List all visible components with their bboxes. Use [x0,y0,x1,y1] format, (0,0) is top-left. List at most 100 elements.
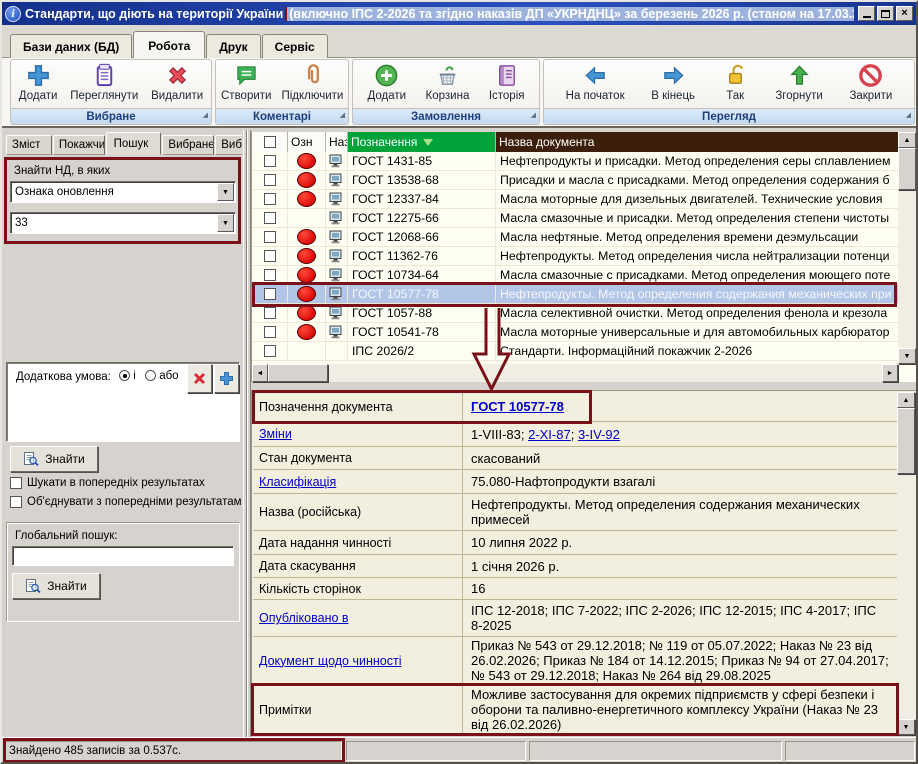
details-vscroll-thumb[interactable] [897,408,915,474]
detail-value-link[interactable]: 2-XI-87 [528,427,571,442]
tab-work[interactable]: Робота [133,31,205,58]
radio-or[interactable]: або [145,370,179,382]
table-row[interactable]: ГОСТ 12068-66Масла нефтяные. Метод опред… [252,228,898,247]
table-row[interactable]: ІПС 2026/2Стандарти. Інформаційний покаж… [252,342,898,361]
basket-button[interactable]: Корзина [421,61,475,103]
doc-icon-cell [326,285,348,303]
sidebar-tab-search[interactable]: Пошук [106,132,162,155]
go-first-button[interactable]: На початок [561,61,630,103]
global-find-button[interactable]: Знайти [12,573,100,599]
sidebar-tab-selection[interactable]: Вибірка [215,135,242,155]
header-name-short[interactable]: Наз [326,132,348,152]
history-button[interactable]: Історія [484,61,530,103]
header-mark[interactable]: Озн [288,132,326,152]
detail-label-link[interactable]: Зміни [259,427,292,441]
maximize-button[interactable] [877,6,894,21]
table-row[interactable]: ГОСТ 10734-64Масла смазочные с присадкам… [252,266,898,285]
detail-value-link[interactable]: ГОСТ 10577-78 [471,399,564,414]
scroll-left-icon[interactable]: ◄ [252,364,268,382]
detail-value: 16 [463,579,898,598]
table-row[interactable]: ГОСТ 12275-66Масла смазочные и присадки.… [252,209,898,228]
scroll-down-icon[interactable]: ▼ [897,719,915,735]
row-checkbox[interactable] [264,250,276,262]
attach-comment-button[interactable]: Підключити [276,61,348,103]
detail-row: Зміни1-VIII-83; 2-XI-87; 3-IV-92 [253,422,898,447]
sidebar-tab-favorites[interactable]: Вибране [162,135,214,155]
row-checkbox[interactable] [264,326,276,338]
table-row[interactable]: ГОСТ 1057-88Масла селективной очистки. М… [252,304,898,323]
header-designation[interactable]: Позначення [348,132,496,152]
table-row[interactable]: ГОСТ 13538-68Присадки и масла с присадка… [252,171,898,190]
chevron-down-icon[interactable]: ▼ [217,214,234,232]
lock-button[interactable]: Так [717,61,754,103]
group-expander-icon[interactable]: ◢ [203,112,208,119]
close-db-button[interactable]: Закрити [844,61,897,103]
detail-label-link[interactable]: Документ щодо чинності [259,654,401,668]
checkbox-icon[interactable] [10,477,22,489]
search-criterion-combobox[interactable]: Ознака оновлення ▼ [10,181,236,203]
row-checkbox[interactable] [264,288,276,300]
global-search-input[interactable] [12,546,234,566]
tab-print[interactable]: Друк [206,34,260,58]
table-hscrollbar[interactable] [252,364,898,382]
panel-splitter[interactable] [243,130,251,737]
table-row[interactable]: ГОСТ 12337-84Масла моторные для дизельны… [252,190,898,209]
sidebar-tab-index[interactable]: Покажчи [53,135,105,155]
collapse-button[interactable]: Згорнути [770,61,827,103]
doc-title: Масла смазочные с присадками. Метод опре… [496,266,898,284]
scroll-down-icon[interactable]: ▼ [898,348,916,364]
row-select-cell [252,209,288,227]
sidebar-tab-contents[interactable]: Зміст [6,135,52,155]
delete-favorite-button[interactable]: Видалити [146,61,208,103]
group-expander-icon[interactable]: ◢ [340,112,345,119]
row-checkbox[interactable] [264,345,276,357]
row-checkbox[interactable] [264,231,276,243]
scroll-right-icon[interactable]: ► [882,364,898,382]
merge-with-previous-checkbox[interactable]: Об'єднувати з попередніми результатами [10,496,242,508]
remove-condition-button[interactable] [187,364,212,393]
radio-and[interactable]: і [119,370,136,382]
radio-icon[interactable] [145,370,156,381]
row-checkbox[interactable] [264,174,276,186]
find-button[interactable]: Знайти [10,446,98,472]
create-comment-button[interactable]: Створити [216,61,276,103]
doc-icon-cell [326,304,348,322]
detail-label: Опубліковано в [253,600,463,636]
row-checkbox[interactable] [264,307,276,319]
scroll-up-icon[interactable]: ▲ [898,132,916,148]
detail-label-link[interactable]: Опубліковано в [259,611,349,625]
button-label: Так [726,90,744,102]
group-expander-icon[interactable]: ◢ [531,112,536,119]
search-value-combobox[interactable]: 33 ▼ [10,212,236,234]
table-vscroll-thumb[interactable] [898,148,916,190]
go-last-button[interactable]: В кінець [646,61,700,103]
radio-icon[interactable] [119,370,130,381]
tab-databases[interactable]: Бази даних (БД) [10,34,132,58]
table-row[interactable]: ГОСТ 1431-85Нефтепродукты и присадки. Ме… [252,152,898,171]
table-row[interactable]: ГОСТ 10541-78Масла моторные универсальны… [252,323,898,342]
group-expander-icon[interactable]: ◢ [906,112,911,119]
view-favorite-button[interactable]: Переглянути [65,61,143,103]
row-checkbox[interactable] [264,269,276,281]
chevron-down-icon[interactable]: ▼ [217,183,234,201]
scroll-up-icon[interactable]: ▲ [897,392,915,408]
row-checkbox[interactable] [264,155,276,167]
doc-code: ГОСТ 10577-78 [348,285,496,303]
table-hscroll-thumb[interactable] [268,364,328,382]
detail-label-link[interactable]: Класифікація [259,475,336,489]
add-condition-button[interactable] [214,364,239,393]
add-order-button[interactable]: Додати [362,61,411,103]
close-button[interactable]: × [896,6,913,21]
row-checkbox[interactable] [264,212,276,224]
add-favorite-button[interactable]: Додати [14,61,63,103]
minimize-button[interactable] [858,6,875,21]
search-in-previous-checkbox[interactable]: Шукати в попередніх результатах [10,477,242,489]
tab-service[interactable]: Сервіс [262,34,328,58]
detail-value-link[interactable]: 3-IV-92 [578,427,620,442]
checkbox-icon[interactable] [10,496,22,508]
table-row[interactable]: ГОСТ 11362-76Нефтепродукты. Метод опреде… [252,247,898,266]
row-checkbox[interactable] [264,193,276,205]
table-row[interactable]: ГОСТ 10577-78Нефтепродукты. Метод опреде… [252,285,898,304]
select-all-checkbox[interactable] [264,136,276,148]
header-doc-title[interactable]: Назва документа [496,132,898,152]
